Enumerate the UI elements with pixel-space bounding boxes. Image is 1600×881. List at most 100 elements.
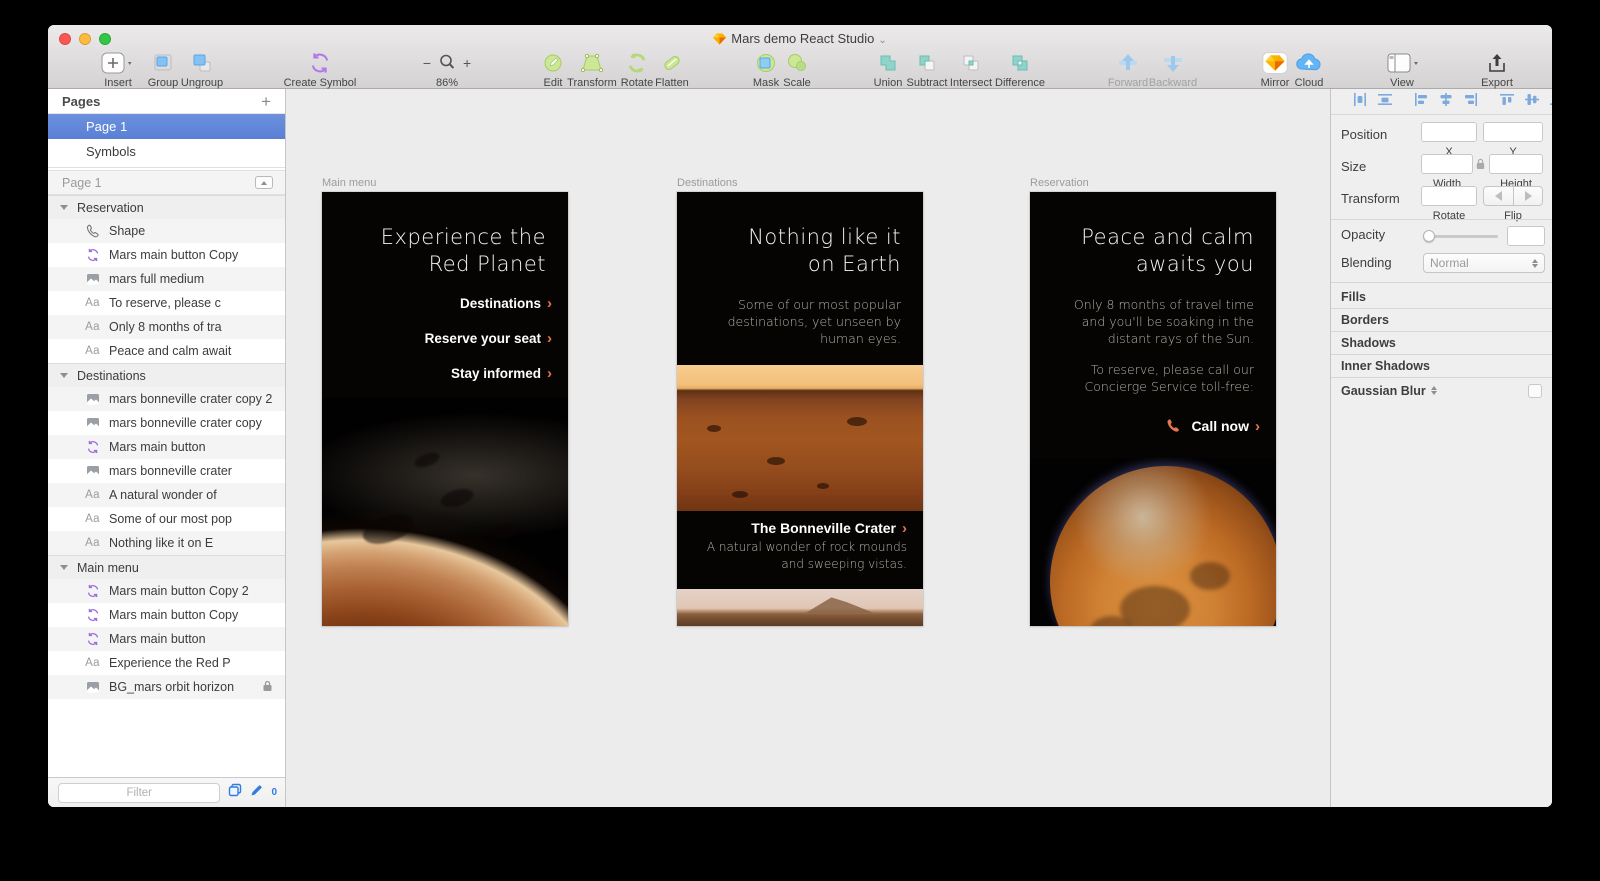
- artboard-label-reservation[interactable]: Reservation: [1030, 177, 1089, 189]
- toolbar-backward-button[interactable]: Backward: [1128, 51, 1218, 89]
- card-title-bonneville[interactable]: The Bonneville Crater›: [751, 520, 907, 537]
- opacity-value-input[interactable]: [1507, 226, 1545, 246]
- symbol-icon: [84, 584, 101, 598]
- align-center-horizontal-icon[interactable]: [1439, 93, 1453, 111]
- opacity-slider-track[interactable]: [1426, 235, 1498, 238]
- layer-row[interactable]: Aa Only 8 months of tra: [48, 315, 285, 339]
- filter-input[interactable]: [58, 783, 220, 803]
- inner-shadows-section-header[interactable]: Inner Shadows: [1331, 354, 1552, 377]
- disclosure-triangle-icon[interactable]: [60, 373, 68, 378]
- artboard-destinations[interactable]: Nothing like it on Earth Some of our mos…: [677, 192, 923, 626]
- layer-row[interactable]: Aa To reserve, please c: [48, 291, 285, 315]
- align-top-icon[interactable]: [1500, 93, 1514, 111]
- layer-row[interactable]: BG_mars orbit horizon: [48, 675, 285, 699]
- position-y-input[interactable]: [1483, 122, 1543, 142]
- height-input[interactable]: [1489, 154, 1543, 174]
- borders-section-header[interactable]: Borders: [1331, 308, 1552, 331]
- destinations-title: Nothing like it on Earth: [748, 224, 901, 278]
- layer-row[interactable]: Mars main button: [48, 627, 285, 651]
- page-item-symbols[interactable]: Symbols: [48, 139, 285, 164]
- toolbar-difference-button[interactable]: Difference: [975, 51, 1065, 89]
- add-page-button[interactable]: +: [261, 93, 271, 110]
- design-canvas[interactable]: Main menu Experience the Red Planet Dest…: [286, 89, 1330, 807]
- width-input[interactable]: [1421, 154, 1473, 174]
- layer-group-destinations[interactable]: Destinations: [48, 363, 285, 387]
- blending-select[interactable]: Normal: [1423, 253, 1545, 273]
- page-item-page-1[interactable]: Page 1: [48, 114, 285, 139]
- flip-vertical-button[interactable]: [1513, 187, 1542, 205]
- flip-horizontal-button[interactable]: [1484, 187, 1513, 205]
- disclosure-triangle-icon[interactable]: [60, 205, 68, 210]
- layer-row[interactable]: Mars main button Copy 2: [48, 579, 285, 603]
- layer-group-main-menu[interactable]: Main menu: [48, 555, 285, 579]
- scale-icon: [752, 51, 842, 75]
- layer-row[interactable]: Aa Peace and calm await: [48, 339, 285, 363]
- align-left-icon[interactable]: [1414, 93, 1428, 111]
- toolbar-scale-button[interactable]: Scale: [752, 51, 842, 89]
- title-menu-chevron-icon[interactable]: ⌄: [878, 35, 886, 46]
- zoom-in-button[interactable]: +: [463, 55, 471, 71]
- stepper-chevrons-icon: [1532, 259, 1538, 268]
- rotate-input[interactable]: [1421, 186, 1477, 206]
- layer-row[interactable]: mars bonneville crater copy 2: [48, 387, 285, 411]
- view-icon: [1357, 51, 1447, 75]
- window-title: Mars demo React Studio: [731, 31, 874, 46]
- zoom-out-button[interactable]: −: [423, 55, 431, 71]
- layer-row[interactable]: Mars main button: [48, 435, 285, 459]
- layer-row[interactable]: Aa A natural wonder of: [48, 483, 285, 507]
- collapse-artboards-icon[interactable]: [255, 176, 273, 189]
- toolbar-view-button[interactable]: View: [1357, 51, 1447, 89]
- text-layer-icon: Aa: [84, 537, 101, 549]
- artboard-label-destinations[interactable]: Destinations: [677, 177, 738, 189]
- menu-link-destinations[interactable]: Destinations›: [460, 295, 552, 312]
- pages-overlay-icon[interactable]: [228, 783, 242, 802]
- toolbar-ungroup-button[interactable]: Ungroup: [157, 51, 247, 89]
- position-x-input[interactable]: [1421, 122, 1477, 142]
- gaussian-blur-section[interactable]: Gaussian Blur: [1331, 377, 1552, 403]
- phone-shape-icon: [84, 224, 101, 238]
- size-lock-icon[interactable]: [1476, 157, 1485, 175]
- layer-row[interactable]: Aa Nothing like it on E: [48, 531, 285, 555]
- alignment-toolbar: [1331, 89, 1552, 115]
- text-layer-icon: Aa: [84, 657, 101, 669]
- layer-group-reservation[interactable]: Reservation: [48, 195, 285, 219]
- layer-row[interactable]: Mars main button Copy: [48, 243, 285, 267]
- align-middle-vertical-icon[interactable]: [1525, 93, 1539, 111]
- disclosure-triangle-icon[interactable]: [60, 565, 68, 570]
- fills-section-header[interactable]: Fills: [1331, 285, 1552, 308]
- artboard-reservation[interactable]: Peace and calm awaits you Only 8 months …: [1030, 192, 1276, 626]
- distribute-horizontally-icon[interactable]: [1353, 93, 1367, 111]
- image-layer-icon: [84, 392, 101, 406]
- layer-row[interactable]: Aa Experience the Red P: [48, 651, 285, 675]
- layer-row[interactable]: Shape: [48, 219, 285, 243]
- shadows-section-header[interactable]: Shadows: [1331, 331, 1552, 354]
- align-bottom-icon[interactable]: [1550, 93, 1552, 111]
- menu-link-reserve[interactable]: Reserve your seat›: [425, 330, 552, 347]
- symbol-icon: [84, 632, 101, 646]
- layer-row[interactable]: Aa Some of our most pop: [48, 507, 285, 531]
- gaussian-blur-checkbox[interactable]: [1528, 384, 1542, 398]
- menu-link-stay-informed[interactable]: Stay informed›: [451, 365, 552, 382]
- image-layer-icon: [84, 416, 101, 430]
- stepper-chevrons-icon[interactable]: [1431, 386, 1437, 395]
- layer-row[interactable]: mars bonneville crater copy: [48, 411, 285, 435]
- toolbar-export-button[interactable]: Export: [1452, 51, 1542, 89]
- layer-row[interactable]: mars full medium: [48, 267, 285, 291]
- edit-count-badge: 0: [271, 787, 277, 798]
- align-right-icon[interactable]: [1464, 93, 1478, 111]
- opacity-slider-knob[interactable]: [1423, 230, 1435, 242]
- pencil-icon[interactable]: [250, 784, 263, 802]
- toolbar-flatten-button[interactable]: Flatten: [627, 51, 717, 89]
- toolbar-create-symbol-button[interactable]: Create Symbol: [275, 51, 365, 89]
- mars-globe-image: [1030, 458, 1276, 626]
- zoom-level[interactable]: 86%: [392, 77, 502, 89]
- artboard-label-main-menu[interactable]: Main menu: [322, 177, 376, 189]
- call-now-button[interactable]: Call now›: [1166, 418, 1260, 436]
- layer-row[interactable]: mars bonneville crater: [48, 459, 285, 483]
- toolbar-cloud-button[interactable]: Cloud: [1264, 51, 1354, 89]
- distribute-vertically-icon[interactable]: [1378, 93, 1392, 111]
- destinations-subtitle: Some of our most popular destinations, y…: [728, 296, 901, 347]
- lock-icon[interactable]: [262, 680, 273, 695]
- artboard-main-menu[interactable]: Experience the Red Planet Destinations› …: [322, 192, 568, 626]
- layer-row[interactable]: Mars main button Copy: [48, 603, 285, 627]
